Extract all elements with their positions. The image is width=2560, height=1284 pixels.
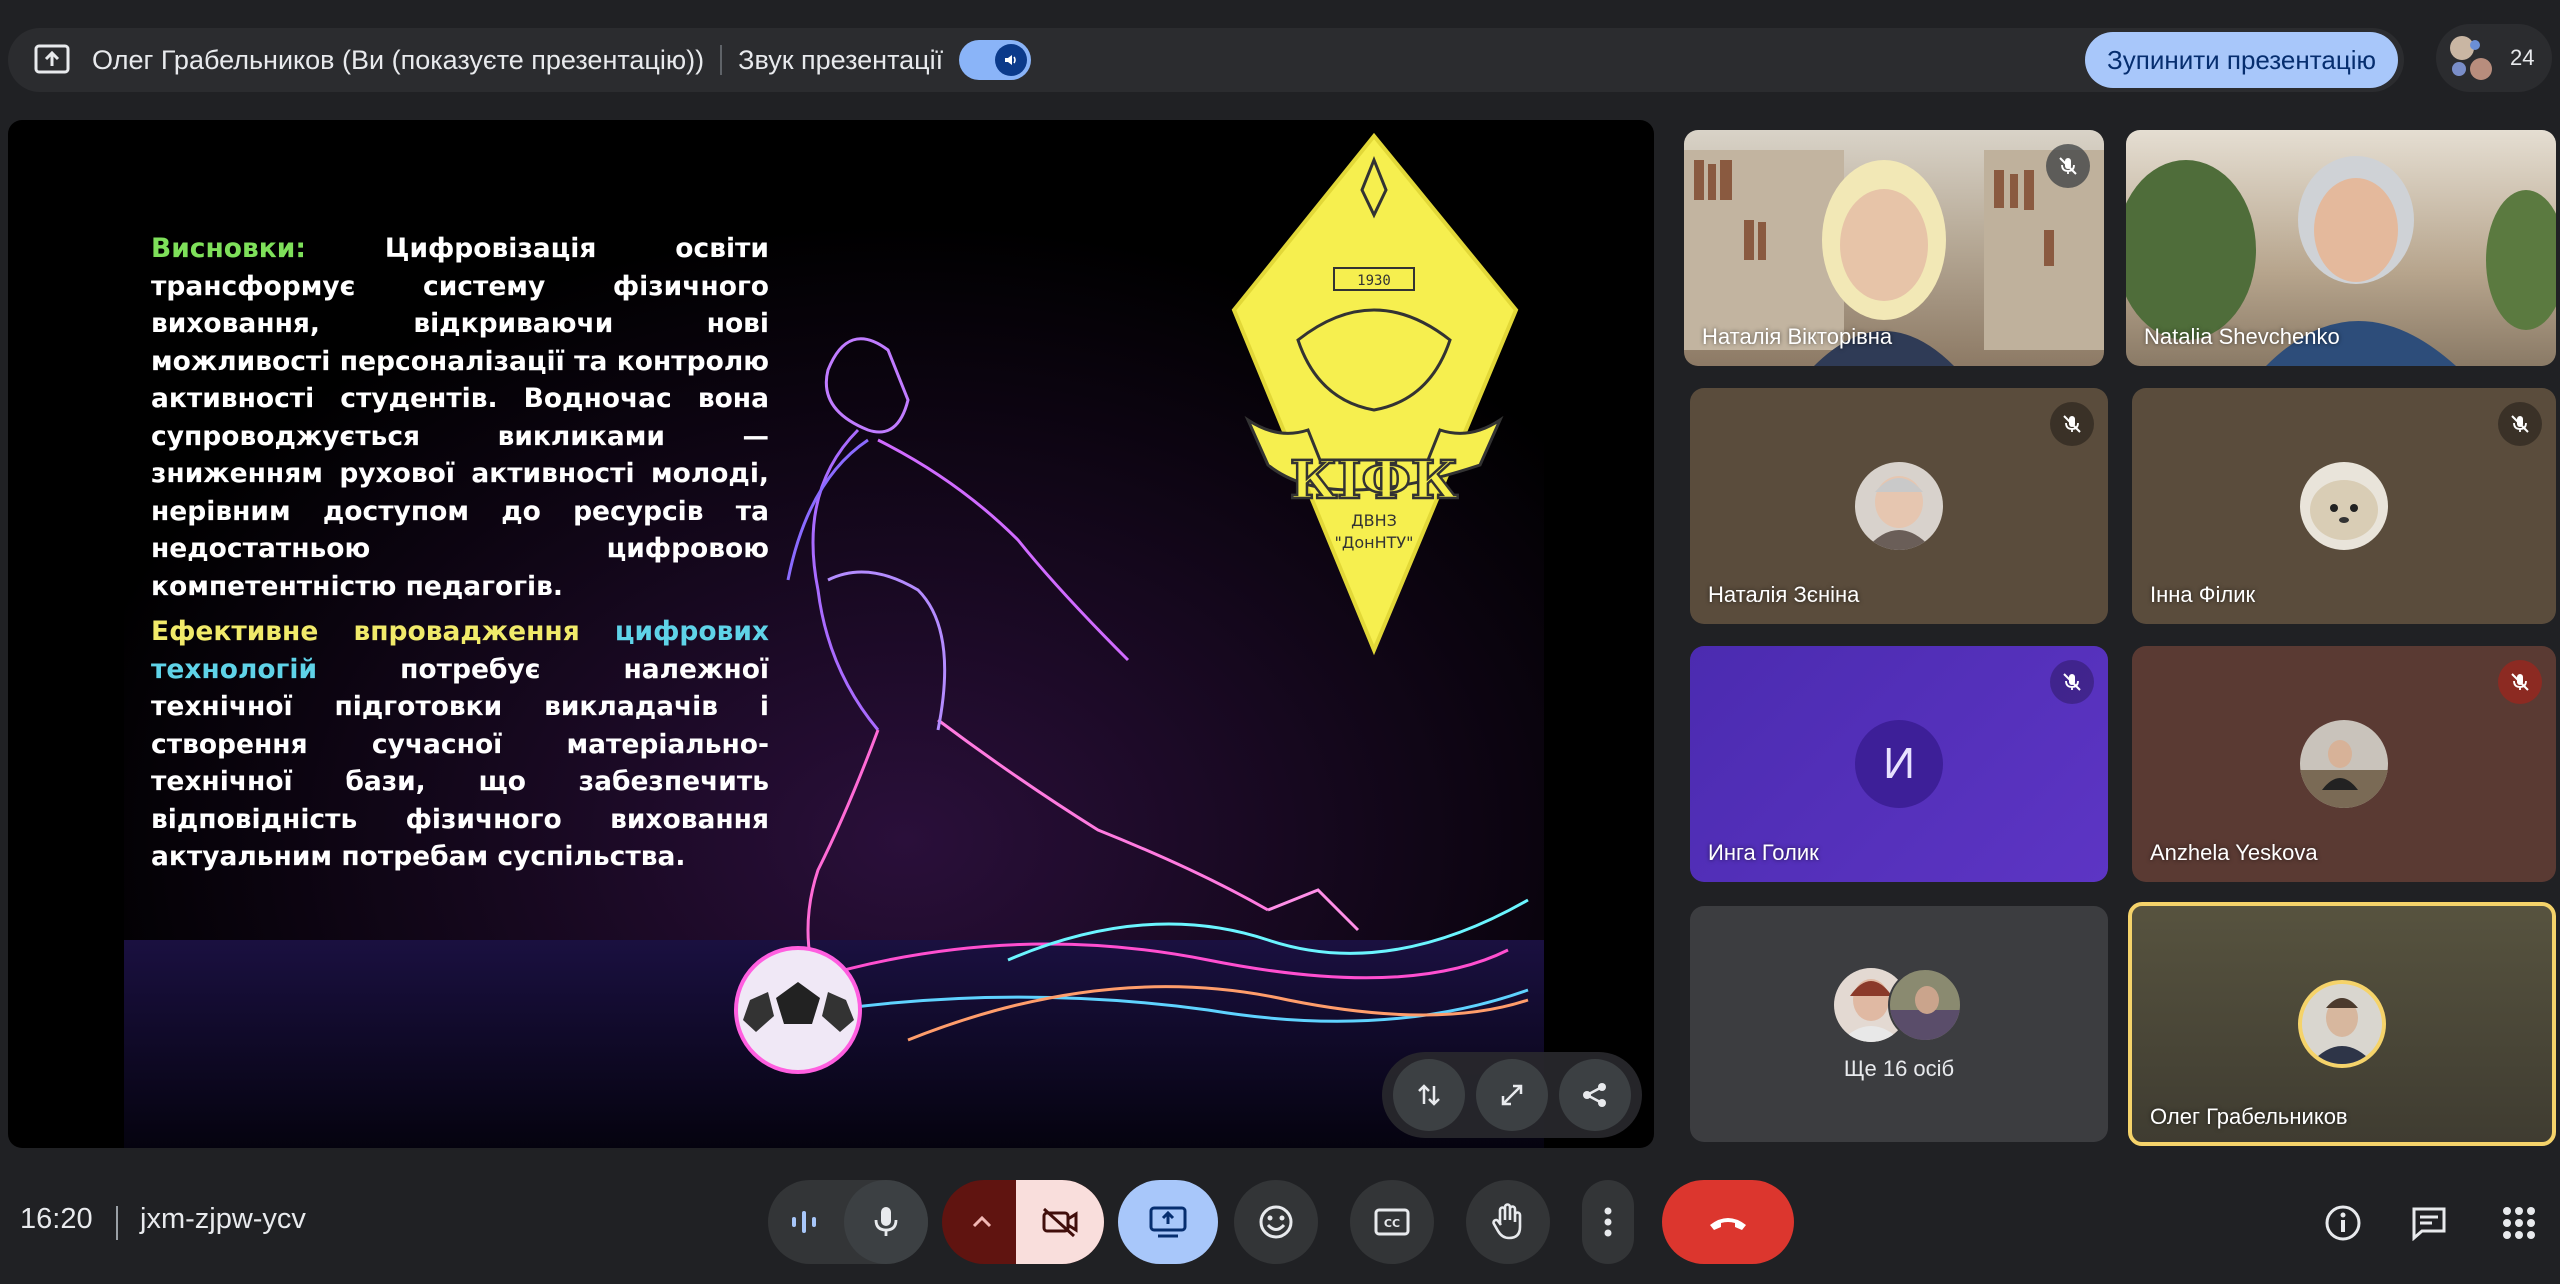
avatar (1855, 462, 1943, 550)
slide-paragraph-conclusions: Висновки: Цифровізація освіти трансформу… (151, 230, 769, 605)
share-button[interactable] (1558, 1059, 1631, 1131)
presentation-sound-toggle[interactable] (959, 40, 1032, 80)
expand-icon (1501, 1084, 1523, 1106)
chevron-up-icon (972, 1215, 992, 1228)
participant-name: Інна Філик (2150, 582, 2256, 607)
mic-off-icon (2050, 660, 2094, 704)
mic-off-icon (2498, 660, 2542, 704)
slide-paragraph-text: Цифровізація освіти трансформує систему … (151, 233, 769, 602)
soccer-ball-illustration (734, 946, 862, 1074)
avatar (2470, 40, 2480, 50)
svg-text:CC: CC (1384, 1217, 1400, 1230)
divider (116, 1206, 118, 1240)
avatar-initial: И (1855, 720, 1943, 808)
svg-text:"ДонНТУ": "ДонНТУ" (1334, 533, 1413, 552)
svg-text:КІФК: КІФК (1290, 450, 1458, 511)
self-tile[interactable]: Олег Грабельников (2128, 902, 2556, 1146)
apps-grid-icon (2503, 1207, 2535, 1239)
participant-tile[interactable]: Наталія Зєніна (1690, 388, 2108, 624)
avatar (1888, 968, 1962, 1042)
more-participants-label: Ще 16 осіб (1843, 1056, 1955, 1081)
share-icon (1582, 1083, 1606, 1107)
activities-button[interactable] (2496, 1200, 2542, 1246)
speaker-icon (995, 44, 1028, 76)
audio-level-icon (768, 1180, 840, 1264)
meeting-code: jxm-zjpw-ycv (140, 1203, 306, 1235)
participant-name: Anzhela Yeskova (2150, 840, 2318, 865)
camera-toggle-button[interactable] (1016, 1180, 1104, 1264)
swap-layout-button[interactable] (1393, 1059, 1466, 1131)
captions-button[interactable]: CC (1350, 1180, 1434, 1264)
more-options-button[interactable] (1582, 1180, 1634, 1264)
participant-tile[interactable]: Інна Філик (2132, 388, 2556, 624)
meet-window: Олег Грабельников (Ви (показуєте презент… (0, 0, 2560, 1284)
divider (720, 45, 723, 75)
present-screen-icon (1149, 1206, 1187, 1238)
participant-avatars (2448, 34, 2496, 82)
participant-name: Наталія Зєніна (1708, 582, 1860, 607)
hang-up-icon (1710, 1218, 1746, 1230)
raise-hand-button[interactable] (1466, 1180, 1550, 1264)
camera-control (942, 1180, 1104, 1264)
participants-button[interactable]: 24 (2436, 24, 2552, 92)
emoji-icon (1259, 1205, 1293, 1239)
participant-name: Наталія Вікторівна (1702, 324, 1893, 349)
avatar (2452, 62, 2466, 76)
participant-name: Natalia Shevchenko (2144, 324, 2340, 349)
reactions-button[interactable] (1234, 1180, 1318, 1264)
avatar (2300, 720, 2388, 808)
clock: 16:20 (20, 1203, 93, 1235)
presentation-controls (1382, 1052, 1642, 1138)
slide-label-effective: Ефективне впровадження (151, 616, 615, 647)
raise-hand-icon (1492, 1203, 1522, 1240)
svg-text:ДВНЗ: ДВНЗ (1351, 511, 1397, 530)
leave-call-button[interactable] (1662, 1180, 1794, 1264)
avatar (2298, 980, 2386, 1068)
slide-text: Висновки: Цифровізація освіти трансформу… (151, 230, 769, 876)
presentation-stage: 1930 КІФК ДВНЗ "ДонНТУ" Висновки: Цифров… (8, 120, 1654, 1148)
participants-count: 24 (2510, 45, 2535, 70)
mic-off-icon (2050, 402, 2094, 446)
slide-paragraph-effective: Ефективне впровадження цифрових технолог… (151, 613, 769, 876)
chat-button[interactable] (2406, 1200, 2452, 1246)
participant-tile[interactable]: Наталія Вікторівна (1684, 130, 2104, 366)
more-participants-tile[interactable]: Ще 16 осіб (1690, 906, 2108, 1142)
present-now-button[interactable] (1118, 1180, 1218, 1264)
presentation-bar: Олег Грабельников (Ви (показуєте презент… (8, 28, 2404, 92)
closed-captions-icon: CC (1374, 1208, 1410, 1236)
camera-options-button[interactable] (942, 1180, 1022, 1264)
microphone-control (768, 1180, 928, 1264)
participant-name: Олег Грабельников (2150, 1104, 2348, 1129)
stop-presenting-button[interactable]: Зупинити презентацію (2085, 32, 2398, 88)
participant-tile[interactable]: Anzhela Yeskova (2132, 646, 2556, 882)
chat-icon (2412, 1207, 2446, 1241)
participant-tile[interactable]: И Инга Голик (1690, 646, 2108, 882)
swap-icon (1418, 1084, 1441, 1106)
participant-name: Инга Голик (1708, 840, 1819, 865)
avatar (2300, 462, 2388, 550)
participant-tile[interactable]: Natalia Shevchenko (2126, 130, 2556, 366)
camera-off-icon (1042, 1207, 1078, 1238)
fullscreen-button[interactable] (1475, 1059, 1548, 1131)
mic-off-icon (2046, 144, 2090, 188)
meeting-details-button[interactable] (2320, 1200, 2366, 1246)
svg-text:1930: 1930 (1357, 273, 1391, 289)
more-vert-icon (1604, 1207, 1612, 1237)
mic-button[interactable] (844, 1180, 928, 1264)
info-icon (2325, 1205, 2361, 1241)
mic-off-icon (2498, 402, 2542, 446)
present-screen-icon (32, 40, 72, 80)
presentation-sound-label: Звук презентації (738, 44, 944, 75)
mic-icon (874, 1207, 898, 1236)
avatar (2470, 58, 2492, 80)
presenter-label: Олег Грабельников (Ви (показуєте презент… (92, 44, 705, 75)
slide-label-conclusions: Висновки: (151, 233, 306, 264)
slide-paragraph-text: потребує належної технічної підготовки в… (151, 653, 769, 873)
